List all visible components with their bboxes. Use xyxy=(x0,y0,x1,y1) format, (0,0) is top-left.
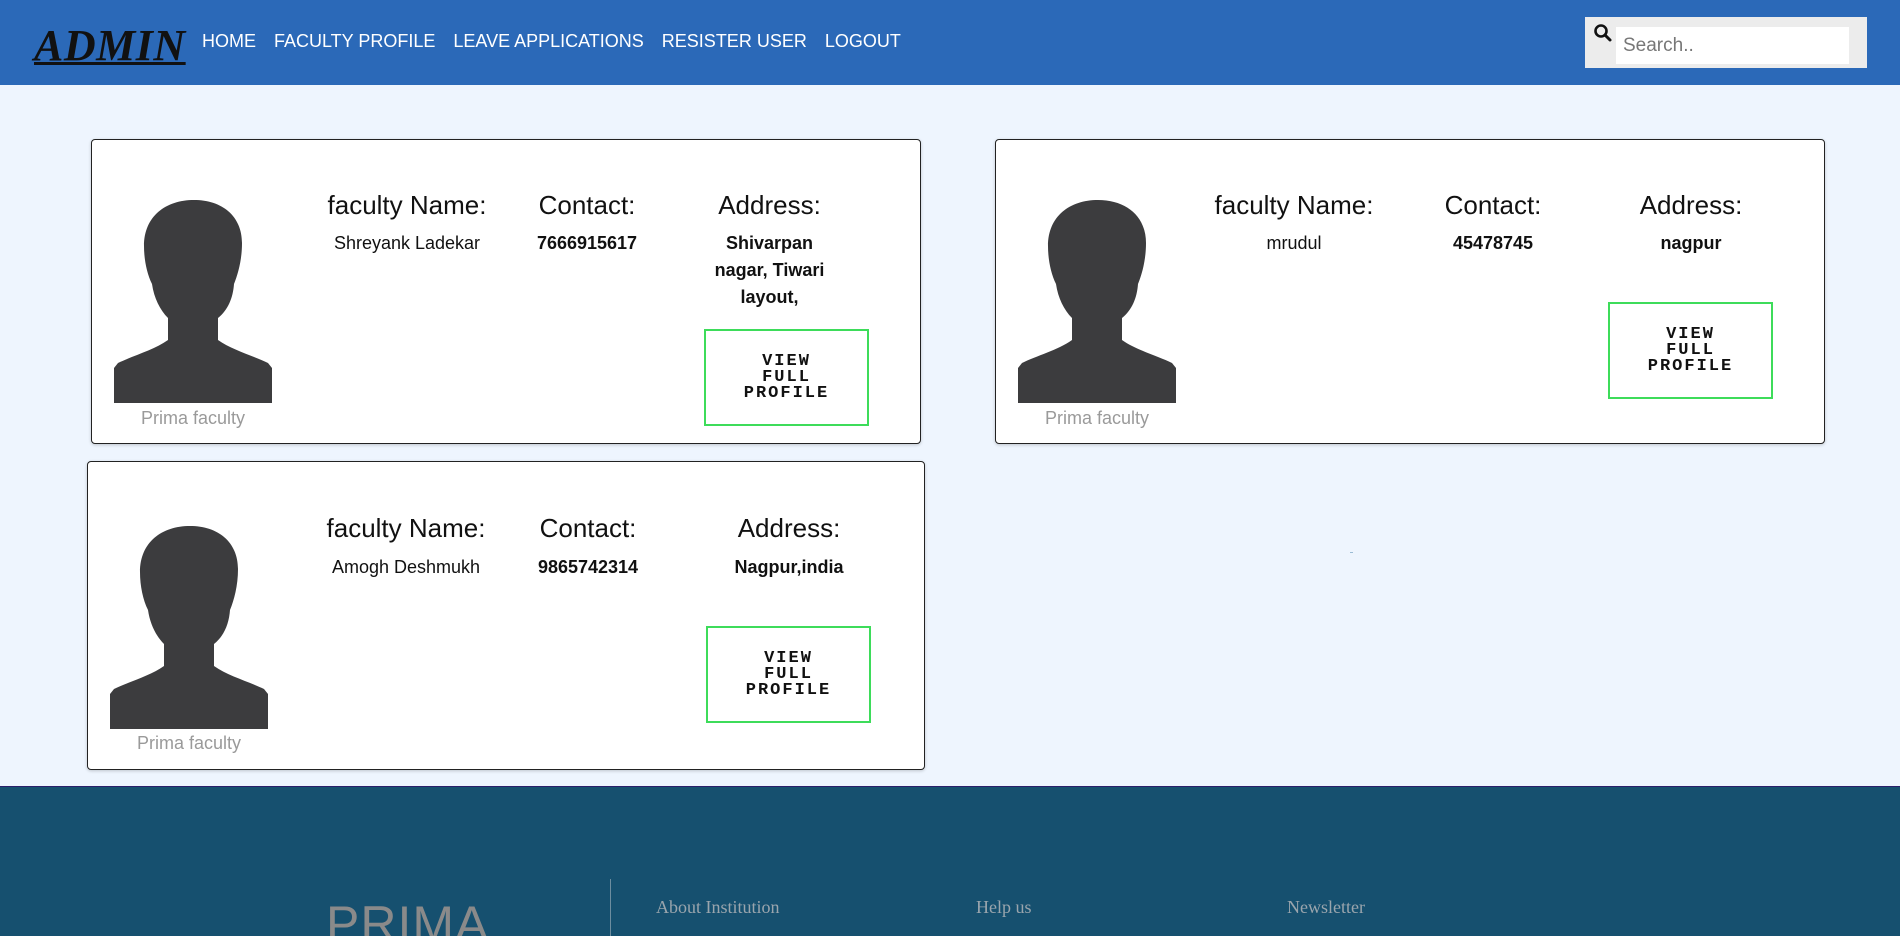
contact-value: 9865742314 xyxy=(537,557,639,577)
footer-logo: PRIMA xyxy=(326,896,490,936)
search-input[interactable] xyxy=(1616,27,1849,64)
avatar-silhouette-icon xyxy=(114,200,272,403)
address-value: nagpur xyxy=(1660,233,1722,253)
avatar-caption: Prima faculty xyxy=(140,408,246,428)
faculty-name-label: faculty Name: xyxy=(327,190,487,220)
avatar-silhouette-icon xyxy=(110,526,268,729)
nav-menu: HOME FACULTY PROFILE LEAVE APPLICATIONS … xyxy=(202,31,901,52)
contact-label: Contact: xyxy=(539,513,637,543)
nav-register-user[interactable]: RESISTER USER xyxy=(662,31,807,52)
address-label: Address: xyxy=(737,513,841,543)
footer-link-newsletter[interactable]: Newsletter xyxy=(1287,897,1365,918)
top-navbar: ADMIN HOME FACULTY PROFILE LEAVE APPLICA… xyxy=(0,0,1900,85)
view-full-profile-button[interactable]: VIEW FULL PROFILE xyxy=(704,329,869,426)
nav-leave-applications[interactable]: LEAVE APPLICATIONS xyxy=(453,31,643,52)
contact-value: 7666915617 xyxy=(536,233,638,253)
search-box xyxy=(1585,17,1867,68)
footer-link-help[interactable]: Help us xyxy=(976,897,1032,918)
avatar-silhouette-icon xyxy=(1018,200,1176,403)
contact-label: Contact: xyxy=(538,190,636,220)
address-value: Shivarpan nagar, Tiwari layout, xyxy=(714,233,825,307)
address-label: Address: xyxy=(718,190,821,220)
view-full-profile-button[interactable]: VIEW FULL PROFILE xyxy=(1608,302,1773,399)
faculty-card: Prima faculty faculty Name: Contact: Add… xyxy=(995,139,1825,444)
nav-home[interactable]: HOME xyxy=(202,31,256,52)
avatar-caption: Prima faculty xyxy=(136,733,242,753)
footer-link-about[interactable]: About Institution xyxy=(656,897,780,918)
faculty-card: Prima faculty faculty Name: Contact: Add… xyxy=(87,461,925,770)
nav-faculty-profile[interactable]: FACULTY PROFILE xyxy=(274,31,435,52)
contact-value: 45478745 xyxy=(1452,233,1534,253)
footer-divider xyxy=(610,879,611,936)
faculty-name-value: mrudul xyxy=(1266,233,1322,253)
view-full-profile-button[interactable]: VIEW FULL PROFILE xyxy=(706,626,871,723)
nav-logout[interactable]: LOGOUT xyxy=(825,31,901,52)
contact-label: Contact: xyxy=(1444,190,1542,220)
brand-logo[interactable]: ADMIN xyxy=(34,20,186,71)
search-icon[interactable] xyxy=(1593,23,1613,43)
footer: PRIMA About Institution Help us Newslett… xyxy=(0,786,1900,936)
faculty-name-label: faculty Name: xyxy=(1214,190,1374,220)
faculty-name-label: faculty Name: xyxy=(326,513,486,543)
address-value: Nagpur,india xyxy=(734,557,844,577)
avatar-caption: Prima faculty xyxy=(1044,408,1150,428)
address-label: Address: xyxy=(1639,190,1743,220)
faculty-card: Prima faculty faculty Name: Contact: Add… xyxy=(91,139,921,444)
stray-mark xyxy=(1350,552,1353,553)
